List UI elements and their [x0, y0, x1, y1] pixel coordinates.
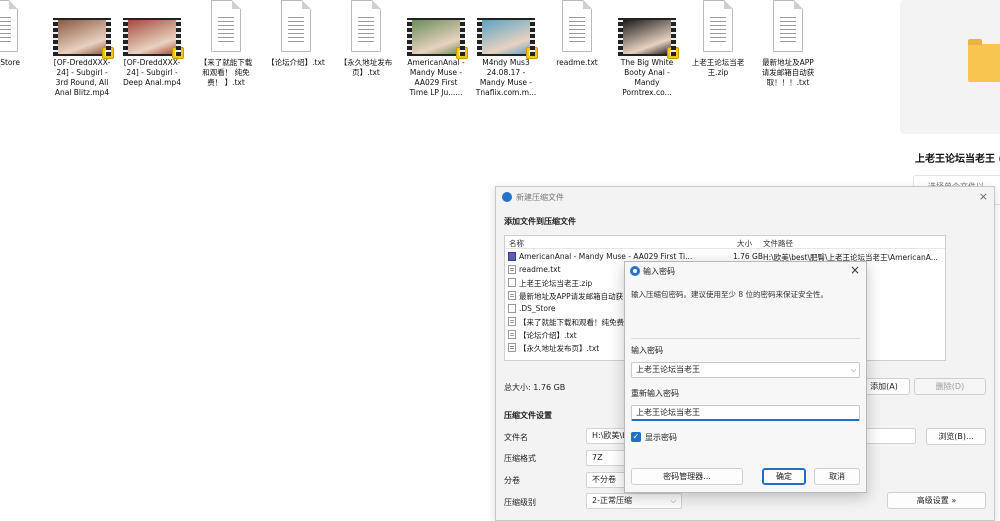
chevron-down-icon: ⌵: [670, 497, 676, 505]
chevron-down-icon[interactable]: ⌵: [851, 363, 856, 377]
file-name: [OF-DreddXXX- 24] - Subgirl - Deep Anal.…: [123, 58, 181, 87]
file-icon: [508, 278, 516, 287]
file-item[interactable]: DS_Store: [0, 0, 36, 118]
file-item[interactable]: ▶ M4ndy Mus3 24.08.17 - Mandy Muse - Tnaf…: [473, 0, 539, 118]
file-icon: [508, 291, 516, 300]
show-password-label: 显示密码: [645, 433, 677, 442]
show-password-checkbox[interactable]: ✓: [631, 432, 641, 442]
format-value: 7Z: [592, 453, 603, 462]
window-title: 新建压缩文件: [516, 193, 564, 202]
file-item[interactable]: ▶ [OF-DreddXXX- 24] - Subgirl - 3rd Round…: [49, 0, 115, 118]
file-name: M4ndy Mus3 24.08.17 - Mandy Muse - Tnafl…: [475, 58, 537, 97]
cell-name: AmericanAnal - Mandy Muse - AA029 First …: [519, 252, 693, 261]
file-name: 【来了就能下载 和观看！ 纯免 费！ 】.txt: [199, 58, 253, 87]
document-file-icon: [281, 0, 311, 52]
password-dialog: 输入密码 × 输入压缩包密码。建议使用至少 8 位的密码来保证安全性。 输入密码…: [624, 261, 867, 493]
split-label: 分卷: [504, 476, 520, 485]
level-label: 压缩级别: [504, 498, 536, 507]
video-file-icon: [508, 252, 516, 261]
file-icon: [508, 343, 516, 352]
col-path[interactable]: 文件路径: [763, 238, 793, 249]
file-item[interactable]: ▶ [OF-DreddXXX- 24] - Subgirl - Deep Anal…: [119, 0, 185, 118]
file-name: 最新地址及APP 请发邮箱自动获 取！！！.txt: [761, 58, 815, 87]
col-name[interactable]: 名称: [509, 238, 524, 249]
list-header: 名称 大小 文件路径: [505, 236, 945, 249]
split-value: 不分卷: [592, 475, 616, 484]
file-icon: [508, 265, 516, 274]
level-select[interactable]: 2-正常压缩 ⌵: [586, 493, 682, 509]
file-item[interactable]: readme.txt: [544, 0, 610, 118]
file-name: 上老王论坛当老 王.zip: [691, 58, 745, 77]
close-icon[interactable]: ×: [979, 190, 988, 203]
file-name: readme.txt: [556, 58, 598, 67]
col-size[interactable]: 大小: [737, 238, 752, 249]
file-name: The Big White Booty Anal - Mandy Porntre…: [620, 58, 674, 97]
document-file-icon: [211, 0, 241, 52]
delete-button[interactable]: 删除(D): [914, 378, 986, 395]
file-name: [OF-DreddXXX- 24] - Subgirl - 3rd Round,…: [53, 58, 111, 97]
cell-size: 1.76 GB: [732, 252, 763, 261]
app-logo-icon: [502, 192, 512, 202]
file-name: 【论坛介绍】.txt: [267, 58, 325, 67]
total-size: 总大小: 1.76 GB: [504, 383, 566, 392]
document-file-icon: [562, 0, 592, 52]
filename-label: 文件名: [504, 433, 528, 442]
level-value: 2-正常压缩: [592, 496, 632, 505]
file-name: 【永久地址发布 页】.txt: [339, 58, 393, 77]
format-label: 压缩格式: [504, 454, 536, 463]
document-file-icon: [703, 0, 733, 52]
video-file-icon: ▶: [407, 18, 468, 59]
file-grid: DS_Store▶[OF-DreddXXX- 24] - Subgirl - 3…: [0, 0, 900, 120]
file-icon: [508, 317, 516, 326]
format-select[interactable]: 7Z: [586, 450, 626, 466]
file-item[interactable]: ▶ The Big White Booty Anal - Mandy Porntr…: [614, 0, 680, 118]
document-file-icon: [351, 0, 381, 52]
file-item[interactable]: 【论坛介绍】.txt: [263, 0, 329, 118]
confirm-password-label: 重新输入密码: [631, 389, 679, 398]
password-input[interactable]: 上老王论坛当老王 ⌵: [631, 362, 860, 378]
cancel-button[interactable]: 取消: [814, 468, 860, 485]
file-item[interactable]: ▶ AmericanAnal - Mandy Muse - AA029 First…: [403, 0, 469, 118]
split-select[interactable]: 不分卷: [586, 472, 626, 488]
file-icon: [508, 304, 516, 313]
file-icon: [508, 330, 516, 339]
video-file-icon: ▶: [123, 18, 184, 59]
password-label: 输入密码: [631, 346, 663, 355]
browse-button[interactable]: 浏览(B)...: [926, 428, 986, 445]
video-file-icon: ▶: [53, 18, 114, 59]
video-file-icon: ▶: [618, 18, 679, 59]
file-item[interactable]: 上老王论坛当老 王.zip: [685, 0, 751, 118]
document-file-icon: [773, 0, 803, 52]
divider: [631, 338, 860, 339]
ok-button[interactable]: 确定: [762, 468, 806, 485]
app-logo-icon: [630, 266, 640, 276]
close-icon[interactable]: ×: [850, 263, 860, 277]
file-item[interactable]: 最新地址及APP 请发邮箱自动获 取！！！.txt: [755, 0, 821, 118]
dialog-title: 输入密码: [643, 267, 675, 276]
file-name: DS_Store: [0, 58, 21, 67]
folder-icon: [968, 39, 1000, 82]
password-manager-button[interactable]: 密码管理器...: [631, 468, 743, 485]
section-add-files: 添加文件到压缩文件: [504, 217, 576, 226]
password-value: 上老王论坛当老王: [636, 365, 700, 374]
confirm-password-input[interactable]: 上老王论坛当老王: [631, 405, 860, 421]
advanced-settings-button[interactable]: 高级设置 »: [887, 492, 986, 509]
dialog-hint: 输入压缩包密码。建议使用至少 8 位的密码来保证安全性。: [631, 290, 829, 299]
file-item[interactable]: 【来了就能下载 和观看！ 纯免 费！ 】.txt: [193, 0, 259, 118]
details-title: 上老王论坛当老王 (: [915, 154, 1000, 165]
document-file-icon: [0, 0, 18, 52]
video-file-icon: ▶: [477, 18, 538, 59]
file-item[interactable]: 【永久地址发布 页】.txt: [333, 0, 399, 118]
section-settings: 压缩文件设置: [504, 411, 552, 420]
file-name: AmericanAnal - Mandy Muse - AA029 First …: [407, 58, 465, 97]
